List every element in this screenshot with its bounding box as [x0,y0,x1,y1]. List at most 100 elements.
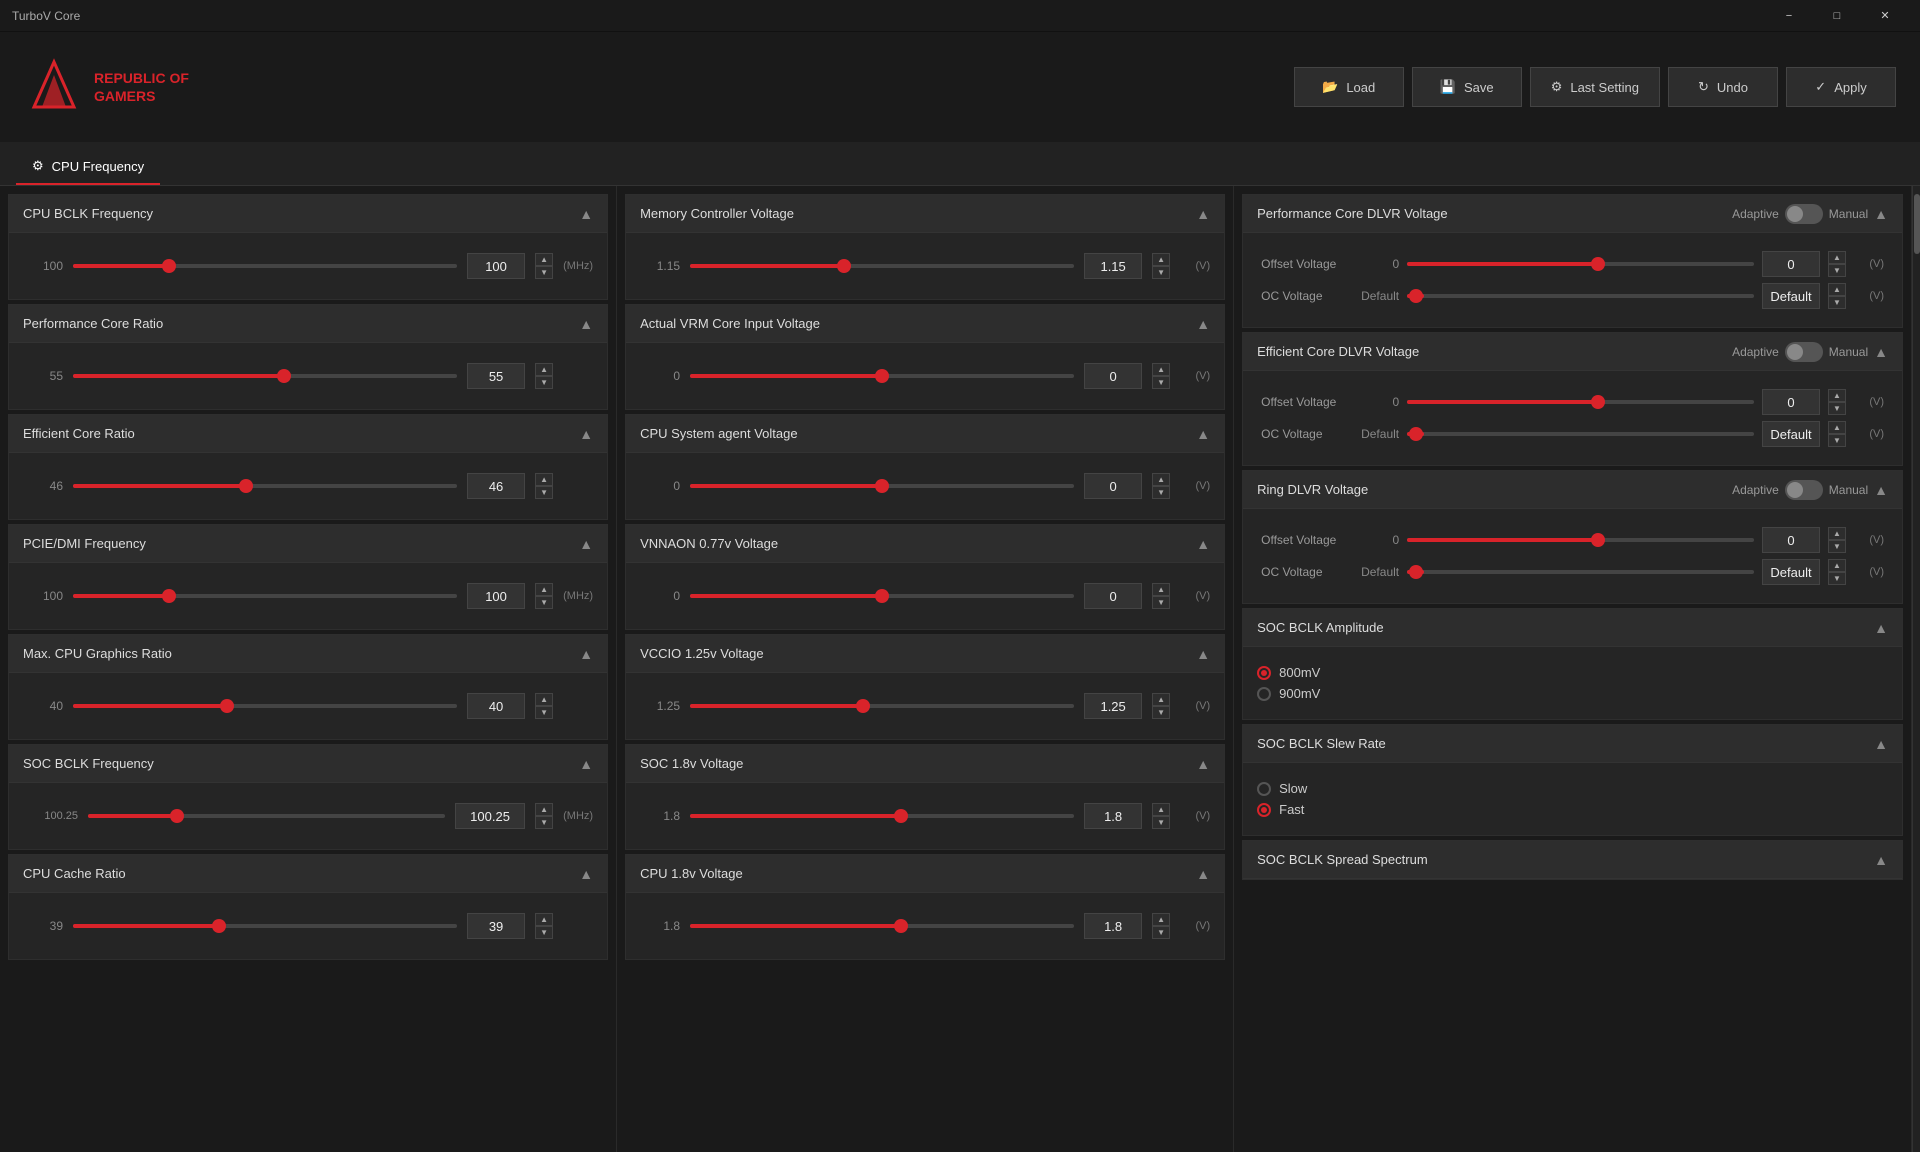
slider-pcie[interactable] [73,594,457,598]
dec-vnnaon[interactable]: ▼ [1152,596,1170,609]
slider-soc-18v[interactable] [690,814,1074,818]
inc-vnnaon[interactable]: ▲ [1152,583,1170,596]
inc-cpu-bclk[interactable]: ▲ [535,253,553,266]
dec-cpu-18v[interactable]: ▼ [1152,926,1170,939]
collapse-vnnaon[interactable]: ▲ [1196,536,1210,552]
collapse-pcie[interactable]: ▲ [579,536,593,552]
slider-thumb[interactable] [162,259,176,273]
minimize-button[interactable]: − [1766,0,1812,32]
slider-offset-ring[interactable] [1407,538,1754,542]
maximize-button[interactable]: □ [1814,0,1860,32]
dec-cpu-sysagent[interactable]: ▼ [1152,486,1170,499]
dec-cpu-cache[interactable]: ▼ [535,926,553,939]
slider-oc-eff[interactable] [1407,432,1754,436]
inc-perf-ratio[interactable]: ▲ [535,363,553,376]
slider-offset-eff[interactable] [1407,400,1754,404]
slider-mem-ctrl[interactable] [690,264,1074,268]
toggle-perf-dlvr[interactable] [1785,204,1823,224]
inc-offset-eff[interactable]: ▲ [1828,389,1846,402]
slider-thumb[interactable] [220,699,234,713]
radio-800mv[interactable]: 800mV [1257,665,1888,680]
inc-actual-vrm[interactable]: ▲ [1152,363,1170,376]
scrollbar-thumb[interactable] [1914,194,1920,254]
inc-soc-18v[interactable]: ▲ [1152,803,1170,816]
undo-button[interactable]: ↻ Undo [1668,67,1778,107]
slider-thumb[interactable] [856,699,870,713]
slider-thumb[interactable] [239,479,253,493]
inc-cpu-sysagent[interactable]: ▲ [1152,473,1170,486]
radio-fast[interactable]: Fast [1257,802,1888,817]
collapse-mem-ctrl[interactable]: ▲ [1196,206,1210,222]
collapse-soc-bclk-slew[interactable]: ▲ [1874,736,1888,752]
inc-offset-ring[interactable]: ▲ [1828,527,1846,540]
dec-offset-ring[interactable]: ▼ [1828,540,1846,553]
slider-actual-vrm[interactable] [690,374,1074,378]
inc-vccio[interactable]: ▲ [1152,693,1170,706]
collapse-max-graphics[interactable]: ▲ [579,646,593,662]
slider-offset-perf[interactable] [1407,262,1754,266]
slider-cpu-cache[interactable] [73,924,457,928]
slider-cpu-18v[interactable] [690,924,1074,928]
slider-vnnaon[interactable] [690,594,1074,598]
radio-900mv[interactable]: 900mV [1257,686,1888,701]
inc-mem-ctrl[interactable]: ▲ [1152,253,1170,266]
close-button[interactable]: ✕ [1862,0,1908,32]
dec-perf-ratio[interactable]: ▼ [535,376,553,389]
collapse-eff-ratio[interactable]: ▲ [579,426,593,442]
collapse-soc-18v[interactable]: ▲ [1196,756,1210,772]
collapse-cpu-sysagent[interactable]: ▲ [1196,426,1210,442]
dec-soc-bclk[interactable]: ▼ [535,816,553,829]
toggle-eff-dlvr[interactable] [1785,342,1823,362]
collapse-vccio[interactable]: ▲ [1196,646,1210,662]
slider-thumb[interactable] [1409,565,1423,579]
inc-offset-perf[interactable]: ▲ [1828,251,1846,264]
slider-perf-ratio[interactable] [73,374,457,378]
slider-thumb[interactable] [1409,427,1423,441]
slider-eff-ratio[interactable] [73,484,457,488]
radio-slow[interactable]: Slow [1257,781,1888,796]
slider-thumb[interactable] [1591,257,1605,271]
slider-max-graphics[interactable] [73,704,457,708]
inc-cpu-cache[interactable]: ▲ [535,913,553,926]
save-button[interactable]: 💾 Save [1412,67,1522,107]
slider-thumb[interactable] [894,919,908,933]
collapse-soc-bclk-amp[interactable]: ▲ [1874,620,1888,636]
dec-offset-perf[interactable]: ▼ [1828,264,1846,277]
dec-oc-ring[interactable]: ▼ [1828,572,1846,585]
slider-thumb[interactable] [162,589,176,603]
collapse-cpu-cache[interactable]: ▲ [579,866,593,882]
collapse-actual-vrm[interactable]: ▲ [1196,316,1210,332]
tab-cpu-frequency[interactable]: ⚙ CPU Frequency [16,149,160,185]
inc-oc-ring[interactable]: ▲ [1828,559,1846,572]
dec-cpu-bclk[interactable]: ▼ [535,266,553,279]
last-setting-button[interactable]: ⚙ Last Setting [1530,67,1660,107]
slider-cpu-sysagent[interactable] [690,484,1074,488]
load-button[interactable]: 📂 Load [1294,67,1404,107]
collapse-perf-dlvr[interactable]: ▲ [1874,206,1888,222]
slider-thumb[interactable] [277,369,291,383]
collapse-soc-bclk[interactable]: ▲ [579,756,593,772]
slider-thumb[interactable] [875,479,889,493]
inc-cpu-18v[interactable]: ▲ [1152,913,1170,926]
slider-vccio[interactable] [690,704,1074,708]
scrollbar[interactable] [1912,186,1920,1152]
slider-thumb[interactable] [1591,533,1605,547]
slider-thumb[interactable] [837,259,851,273]
slider-soc-bclk[interactable] [88,814,445,818]
inc-soc-bclk[interactable]: ▲ [535,803,553,816]
slider-cpu-bclk[interactable] [73,264,457,268]
slider-thumb[interactable] [170,809,184,823]
dec-oc-perf[interactable]: ▼ [1828,296,1846,309]
collapse-perf-ratio[interactable]: ▲ [579,316,593,332]
collapse-ring-dlvr[interactable]: ▲ [1874,482,1888,498]
apply-button[interactable]: ✓ Apply [1786,67,1896,107]
dec-actual-vrm[interactable]: ▼ [1152,376,1170,389]
slider-thumb[interactable] [875,369,889,383]
slider-thumb[interactable] [212,919,226,933]
dec-soc-18v[interactable]: ▼ [1152,816,1170,829]
slider-thumb[interactable] [1409,289,1423,303]
slider-oc-perf[interactable] [1407,294,1754,298]
collapse-soc-bclk-spread[interactable]: ▲ [1874,852,1888,868]
dec-vccio[interactable]: ▼ [1152,706,1170,719]
toggle-ring-dlvr[interactable] [1785,480,1823,500]
